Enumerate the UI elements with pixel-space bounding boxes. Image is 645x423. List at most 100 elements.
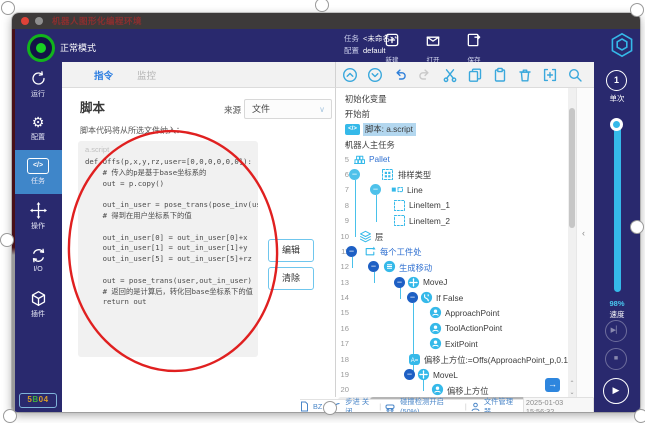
tree-row-label: 每个工件处 (380, 246, 422, 258)
tree-row[interactable]: 20偏移上方位 (336, 382, 568, 397)
goto-current-line-button[interactable]: → (545, 378, 560, 392)
source-value: 文件 (252, 104, 270, 114)
line-number: 18 (337, 355, 349, 364)
tree-row[interactable]: 18A=偏移上方位:=Offs(ApproachPoint_p,0.1,0.1, (336, 352, 568, 367)
tree-row[interactable]: 8LineItem_1 (336, 198, 568, 213)
scrollbar-thumb[interactable] (569, 108, 575, 228)
sidebar-item-operate[interactable]: 操作 (14, 194, 62, 238)
tree-row[interactable]: 15ApproachPoint (336, 305, 568, 320)
open-button[interactable]: 打开 (425, 32, 441, 64)
tree-vertical-scrollbar[interactable]: ⌃ ⌄ (568, 88, 576, 397)
selection-handle-top-right[interactable] (630, 3, 644, 17)
collapse-node-icon[interactable]: − (349, 169, 360, 180)
save-button[interactable]: 保存 (466, 32, 482, 64)
line-number: 16 (337, 324, 349, 333)
move-icon (407, 276, 420, 289)
collapse-node-icon[interactable]: − (346, 246, 357, 257)
tree-row[interactable]: 5Pallet (336, 152, 568, 167)
insert-icon[interactable] (542, 67, 558, 83)
tree-row[interactable]: 12−生成移动 (336, 259, 568, 274)
scroll-up-icon[interactable]: ⌃ (568, 380, 576, 388)
search-icon[interactable] (567, 67, 583, 83)
tree-connector (374, 272, 375, 283)
tree-row[interactable]: 6−排样类型 (336, 167, 568, 182)
step-next-button[interactable]: ▶▏ (605, 320, 627, 342)
redo-icon[interactable] (417, 67, 433, 83)
tree-row-label: 排样类型 (398, 169, 431, 181)
tree-connector (423, 380, 424, 391)
stop-button[interactable]: ■ (605, 348, 627, 370)
linedots-icon (391, 183, 404, 196)
gear-icon: ⚙ (32, 115, 45, 130)
loop-icon (363, 245, 376, 258)
sidebar-item-io[interactable]: I/O (14, 238, 62, 282)
tree-row-label: 脚本: a.script (363, 123, 416, 136)
mode-indicator-icon[interactable] (27, 34, 55, 62)
play-button[interactable]: ▶ (603, 378, 629, 404)
tree-connector (352, 257, 353, 268)
expand-all-icon[interactable] (367, 67, 383, 83)
speed-slider[interactable] (614, 120, 621, 292)
delete-icon[interactable] (517, 67, 533, 83)
status-collision[interactable]: 碰撞检测开启(50%) (400, 397, 461, 412)
grid-icon (381, 168, 394, 181)
collapse-node-icon[interactable]: − (368, 261, 379, 272)
open-icon (425, 32, 441, 53)
close-window-button[interactable] (21, 17, 29, 25)
tree-row[interactable]: 13−MoveJ (336, 275, 568, 290)
status-step-mode[interactable]: 步进 关闭 (345, 397, 375, 413)
selection-handle-top-left[interactable] (1, 1, 15, 15)
script-description: 脚本代码将从所选文件纳入： (80, 125, 184, 136)
tree-row[interactable]: 16ToolActionPoint (336, 321, 568, 336)
script-code-box[interactable]: a.script def Offs(p,x,y,rz,user=[0,0,0,0… (78, 141, 258, 357)
single-run-icon[interactable]: 1 (606, 70, 627, 91)
source-select[interactable]: 文件 ∨ (244, 99, 332, 119)
tab-bar: 指令 监控 (62, 62, 335, 88)
collapse-node-icon[interactable]: − (404, 369, 415, 380)
tree-row[interactable]: 2开始前 (336, 105, 568, 120)
collapse-node-icon[interactable]: − (370, 184, 381, 195)
minimize-window-button[interactable] (35, 17, 43, 25)
selection-handle-middle-left[interactable] (0, 233, 14, 247)
selection-handle-bottom-center[interactable] (323, 401, 337, 415)
collapse-node-icon[interactable]: − (407, 292, 418, 303)
speed-slider-knob[interactable] (610, 118, 623, 131)
dashedbox-icon (393, 199, 406, 212)
sidebar-item-plugin[interactable]: 插件 (14, 282, 62, 326)
tree-row[interactable]: 7−Line (336, 182, 568, 197)
tree-row[interactable]: 3</>脚本: a.script (336, 121, 568, 136)
new-button[interactable]: 新建 (384, 32, 400, 64)
sidebar-item-config[interactable]: ⚙配置 (14, 106, 62, 150)
tree-row[interactable]: 9LineItem_2 (336, 213, 568, 228)
header-actions: 新建打开保存 (384, 32, 482, 64)
collapse-all-icon[interactable] (342, 67, 358, 83)
cut-icon[interactable] (442, 67, 458, 83)
sidebar-item-task[interactable]: </>任务 (14, 150, 62, 194)
tab-command[interactable]: 指令 (94, 68, 113, 82)
tree-row-label: MoveL (433, 370, 458, 380)
paste-icon[interactable] (492, 67, 508, 83)
selection-handle-bottom-right[interactable] (634, 409, 645, 423)
assign-icon: A= (408, 353, 421, 366)
collapse-node-icon[interactable]: − (394, 277, 405, 288)
tree-row[interactable]: 11−每个工件处 (336, 244, 568, 259)
pallet-icon (353, 153, 366, 166)
tab-monitor[interactable]: 监控 (137, 68, 156, 82)
tree-row[interactable]: 4机器人主任务 (336, 136, 568, 151)
undo-icon[interactable] (392, 67, 408, 83)
copy-icon[interactable] (467, 67, 483, 83)
edit-button[interactable]: 编辑 (268, 239, 314, 262)
tree-row-label: 生成移动 (399, 262, 432, 274)
collapse-panel-icon[interactable]: ‹ (582, 228, 585, 238)
sidebar-item-run[interactable]: 运行 (14, 62, 62, 106)
clear-button[interactable]: 清除 (268, 267, 314, 290)
tree-row[interactable]: 17ExitPoint (336, 336, 568, 351)
selection-handle-top-center[interactable] (315, 0, 329, 12)
tree-row[interactable]: 1初始化变量 (336, 90, 568, 105)
selection-handle-middle-right[interactable] (630, 220, 644, 234)
selection-handle-bottom-left[interactable] (3, 409, 17, 423)
tree-row[interactable]: 10层 (336, 229, 568, 244)
status-file-manager[interactable]: 文件管理器 (484, 397, 519, 413)
tree-row[interactable]: 19−MoveL (336, 367, 568, 382)
tree-row[interactable]: 14−If False (336, 290, 568, 305)
